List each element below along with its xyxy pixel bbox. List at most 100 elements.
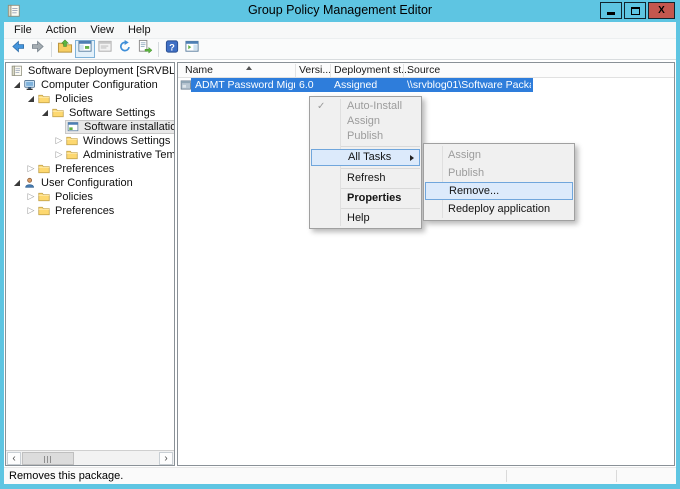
table-row[interactable]: ADMT Password Migr...6.0Assigned\\srvblo… <box>178 78 674 92</box>
tree-item-policies[interactable]: ▷Policies <box>6 190 174 204</box>
menu-help[interactable]: Help <box>121 22 158 38</box>
close-icon: X <box>658 6 665 16</box>
column-header-name[interactable]: Name <box>185 63 213 77</box>
tree-expander-icon[interactable]: ▷ <box>25 162 37 176</box>
menu-separator <box>341 168 420 169</box>
menu-item-assign[interactable]: Assign <box>310 114 421 129</box>
folder-icon <box>37 205 53 217</box>
menu-action[interactable]: Action <box>39 22 84 38</box>
menu-item-refresh[interactable]: Refresh <box>310 171 421 186</box>
minimize-button[interactable] <box>600 2 622 19</box>
action-pane-icon <box>184 39 200 59</box>
forward-button[interactable] <box>28 40 48 58</box>
tree-item-label: Software Deployment [SRVBLOG01.T <box>26 65 174 78</box>
show-console-tree-button[interactable] <box>75 40 95 58</box>
column-header-deployment-st[interactable]: Deployment st... <box>334 63 410 77</box>
menu-item-help[interactable]: Help <box>310 211 421 226</box>
folder-icon <box>37 191 53 203</box>
gpo-scroll-icon <box>10 65 26 77</box>
tree-item-policies[interactable]: ◢ Policies <box>6 92 174 106</box>
cell-deployment-state: Assigned <box>334 78 377 92</box>
tree-item-label: Windows Settings <box>81 135 172 148</box>
console-tree-icon <box>77 39 93 59</box>
menu-item-label: Redeploy application <box>448 203 550 215</box>
cell-name: ADMT Password Migr... <box>195 78 295 92</box>
menu-bar: FileActionViewHelp <box>4 22 676 39</box>
maximize-button[interactable] <box>624 2 646 19</box>
tree-expander-icon[interactable]: ▷ <box>25 204 37 218</box>
tree-item-computer-configuration[interactable]: ◢Computer Configuration <box>6 78 174 92</box>
menu-item-label: Properties <box>347 192 401 204</box>
toolbar-separator <box>158 42 159 57</box>
menu-item-publish[interactable]: Publish <box>310 129 421 144</box>
column-header-source[interactable]: Source <box>407 63 440 77</box>
tree-item-software-installation[interactable]: Software installation <box>6 120 174 134</box>
menu-view[interactable]: View <box>83 22 121 38</box>
tree-item-preferences[interactable]: ▷ Preferences <box>6 162 174 176</box>
cell-source: \\srvblog01\Software Packages\e... <box>407 78 531 92</box>
menu-file[interactable]: File <box>7 22 39 38</box>
tree-item-software-deployment-srvblog01-t[interactable]: Software Deployment [SRVBLOG01.T <box>6 64 174 78</box>
tree-item-label: User Configuration <box>39 177 135 190</box>
close-button[interactable]: X <box>648 2 675 19</box>
statusbar-divider <box>506 470 507 482</box>
statusbar-divider <box>616 470 617 482</box>
up-one-level-button[interactable] <box>55 40 75 58</box>
tree-expander-icon[interactable]: ◢ <box>11 78 23 92</box>
export-list-icon <box>137 39 153 59</box>
column-divider[interactable] <box>330 64 331 77</box>
tree-item-label: Software installation <box>82 121 174 134</box>
menu-item-label: Refresh <box>347 172 386 184</box>
submenu-arrow-icon <box>410 155 414 161</box>
folder-icon <box>65 149 81 161</box>
export-list-button[interactable] <box>135 40 155 58</box>
tree-item-preferences[interactable]: ▷Preferences <box>6 204 174 218</box>
menu-item-label: Publish <box>347 130 383 142</box>
scrollbar-thumb[interactable] <box>22 452 74 465</box>
scroll-right-button[interactable]: › <box>159 452 173 465</box>
window-title: Group Policy Management Editor <box>0 3 680 17</box>
tree-expander-icon[interactable]: ◢ <box>25 92 37 106</box>
menu-item-label: Assign <box>448 149 481 161</box>
tree-expander-icon[interactable]: ▷ <box>53 148 65 162</box>
toolbar-separator <box>51 42 52 57</box>
maximize-icon <box>631 7 640 15</box>
tree-item-label: Administrative Templates <box>81 149 174 162</box>
column-header-versi[interactable]: Versi... <box>299 63 331 77</box>
tree-expander-icon[interactable]: ◢ <box>11 176 23 190</box>
back-button[interactable] <box>8 40 28 58</box>
menu-item-properties[interactable]: Properties <box>310 191 421 206</box>
menu-item-label: Auto-Install <box>347 100 402 112</box>
show-action-pane-button[interactable] <box>182 40 202 58</box>
refresh-button[interactable] <box>115 40 135 58</box>
console-tree-panel: Software Deployment [SRVBLOG01.T◢Compute… <box>5 62 175 466</box>
tree-expander-icon[interactable]: ◢ <box>39 106 51 120</box>
titlebar[interactable]: Group Policy Management Editor X <box>0 0 680 22</box>
help-button[interactable]: ? <box>162 40 182 58</box>
properties-button[interactable] <box>95 40 115 58</box>
menu-item-publish[interactable]: Publish <box>424 164 574 182</box>
chevron-right-icon: › <box>164 454 167 464</box>
scroll-left-button[interactable]: ‹ <box>7 452 21 465</box>
tree-expander-icon[interactable]: ▷ <box>25 190 37 204</box>
menu-item-assign[interactable]: Assign <box>424 146 574 164</box>
menu-item-redeploy-application[interactable]: Redeploy application <box>424 200 574 218</box>
tree-item-software-settings[interactable]: ◢ Software Settings <box>6 106 174 120</box>
menu-item-label: Remove... <box>449 185 499 197</box>
toolbar: ? <box>4 39 676 60</box>
column-divider[interactable] <box>295 64 296 77</box>
tree-item-label: Software Settings <box>67 107 157 120</box>
menu-item-remove[interactable]: Remove... <box>425 182 573 200</box>
tree-expander-icon[interactable]: ▷ <box>53 134 65 148</box>
tree-item-windows-settings[interactable]: ▷ Windows Settings <box>6 134 174 148</box>
tree-item-administrative-templates[interactable]: ▷ Administrative Templates <box>6 148 174 162</box>
tree-item-user-configuration[interactable]: ◢ User Configuration <box>6 176 174 190</box>
column-divider[interactable] <box>403 64 404 77</box>
tree-item-label: Policies <box>53 93 95 106</box>
menu-item-auto-install[interactable]: ✓Auto-Install <box>310 99 421 114</box>
tree-horizontal-scrollbar[interactable]: ‹ › <box>6 450 174 465</box>
all-tasks-submenu: Assign Publish Remove... Redeploy applicati… <box>423 143 575 221</box>
status-text: Removes this package. <box>9 470 123 482</box>
menu-item-all-tasks[interactable]: All Tasks <box>311 149 420 166</box>
tree-item-label: Preferences <box>53 163 116 176</box>
